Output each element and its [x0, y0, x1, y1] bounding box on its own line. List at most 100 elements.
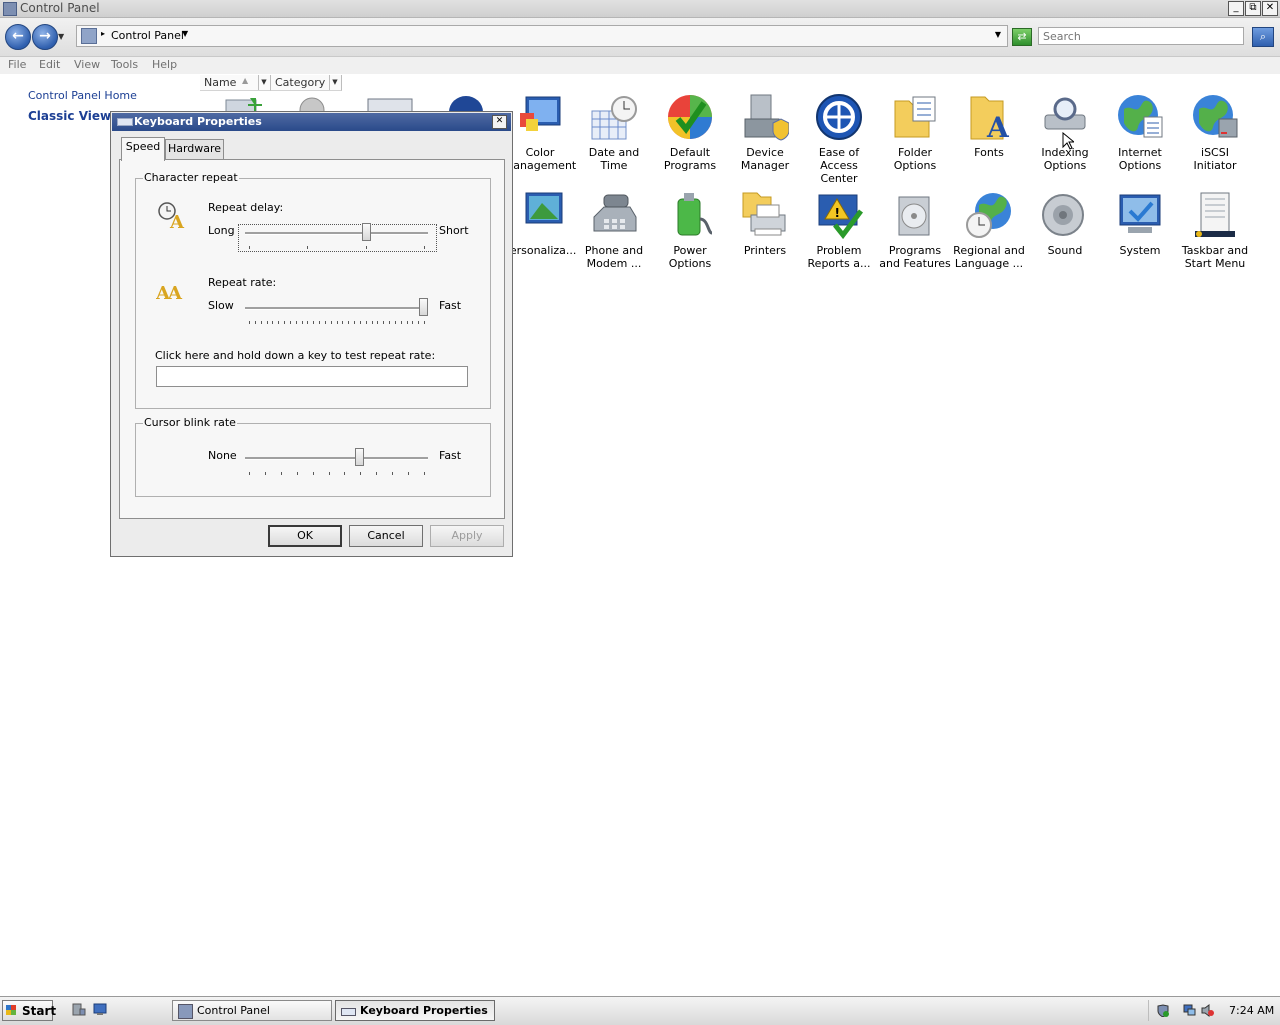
- windows-logo-icon: [6, 1005, 16, 1015]
- tab-hardware[interactable]: Hardware: [165, 139, 224, 160]
- address-history-chevron-down-icon[interactable]: ▼: [995, 30, 1001, 39]
- add-hardware-icon[interactable]: [224, 96, 264, 112]
- repeat-rate-slow-label: Slow: [208, 299, 234, 312]
- cp-item-regional-and-language[interactable]: Regional and Language ...: [952, 191, 1026, 270]
- cursor-blink-slider-thumb[interactable]: [354, 448, 364, 466]
- slider-tick: [354, 321, 355, 324]
- back-button[interactable]: ←: [5, 24, 31, 50]
- column-filter-chevron-down-icon[interactable]: ▼: [329, 75, 340, 90]
- test-repeat-input[interactable]: [156, 366, 468, 387]
- folder-options-icon: [894, 96, 936, 138]
- dialog-title-bar[interactable]: Keyboard Properties ✕: [112, 113, 511, 131]
- cp-item-personalization[interactable]: Personaliza...: [503, 191, 577, 257]
- search-input[interactable]: [1038, 27, 1244, 45]
- column-filter-chevron-down-icon[interactable]: ▼: [258, 75, 269, 90]
- column-header-name[interactable]: Name ▲ ▼: [200, 75, 271, 91]
- server-manager-icon[interactable]: [72, 1003, 86, 1016]
- menu-tools[interactable]: Tools: [111, 58, 138, 71]
- recent-pages-chevron-down-icon[interactable]: ▼: [58, 32, 64, 41]
- notification-area: 7:24 AM: [1148, 1000, 1279, 1021]
- column-header-category[interactable]: Category ▼: [271, 75, 342, 91]
- cp-item-printers[interactable]: Printers: [728, 191, 802, 257]
- cursor-blink-group: Cursor blink rate None Fast: [135, 416, 491, 497]
- slider-tick: [360, 472, 362, 475]
- taskbar-clock[interactable]: 7:24 AM: [1229, 1004, 1274, 1017]
- start-button[interactable]: Start: [2, 1000, 56, 1021]
- cp-item-problem-reports[interactable]: ! Problem Reports a...: [802, 191, 876, 270]
- slider-tick: [336, 321, 338, 324]
- repeat-delay-short-label: Short: [439, 224, 469, 237]
- breadcrumb-chevron-down-icon[interactable]: ▼: [182, 29, 188, 38]
- search-icon[interactable]: ⌕: [1252, 27, 1274, 47]
- slider-tick: [424, 321, 425, 324]
- cp-item-device-manager[interactable]: Device Manager: [728, 93, 802, 172]
- slider-tick: [312, 472, 314, 475]
- cp-item-system[interactable]: System: [1103, 191, 1177, 257]
- dialog-close-button[interactable]: ✕: [492, 115, 507, 129]
- breadcrumb[interactable]: ▸ Control Panel ▼ ▼: [76, 25, 1008, 47]
- breadcrumb-item-control-panel[interactable]: Control Panel: [111, 29, 184, 42]
- cp-item-ease-of-access[interactable]: Ease of Access Center: [802, 93, 876, 185]
- svg-text:!: !: [835, 206, 840, 220]
- repeat-delay-slider-track[interactable]: [245, 232, 428, 235]
- repeat-rate-slider-track[interactable]: [245, 307, 428, 310]
- cp-item-sound[interactable]: Sound: [1028, 191, 1102, 257]
- forward-button[interactable]: →: [32, 24, 58, 50]
- repeat-rate-ticks: [249, 321, 425, 325]
- administrative-tools-icon[interactable]: [294, 96, 330, 112]
- menu-edit[interactable]: Edit: [39, 58, 60, 71]
- cp-item-default-programs[interactable]: Default Programs: [653, 93, 727, 172]
- breadcrumb-chevron-icon[interactable]: ▸: [101, 29, 105, 38]
- apply-button[interactable]: Apply: [430, 525, 504, 547]
- slider-tick: [330, 321, 332, 324]
- slider-tick: [307, 321, 309, 324]
- taskbar-item-keyboard-properties[interactable]: Keyboard Properties: [335, 1000, 495, 1021]
- cp-item-color-management[interactable]: Color Management: [503, 93, 577, 172]
- cancel-button[interactable]: Cancel: [349, 525, 423, 547]
- autoplay-icon[interactable]: [366, 97, 414, 112]
- show-desktop-icon[interactable]: [93, 1003, 107, 1016]
- refresh-button[interactable]: ⇄: [1012, 28, 1032, 46]
- cp-item-iscsi-initiator[interactable]: iSCSI Initiator: [1178, 93, 1252, 172]
- cp-item-power-options[interactable]: Power Options: [653, 191, 727, 270]
- repeat-delay-slider-thumb[interactable]: [361, 223, 371, 241]
- taskbar-item-control-panel[interactable]: Control Panel: [172, 1000, 332, 1021]
- slider-tick: [400, 321, 402, 324]
- bluetooth-devices-icon[interactable]: [446, 94, 486, 112]
- tab-speed[interactable]: Speed: [121, 137, 165, 161]
- classic-view-label[interactable]: Classic View: [28, 109, 111, 123]
- network-icon[interactable]: [1183, 1004, 1196, 1017]
- slider-tick: [376, 472, 378, 475]
- control-panel-home-link[interactable]: Control Panel Home: [28, 89, 137, 102]
- cursor-blink-slider-track[interactable]: [245, 457, 428, 460]
- menu-file[interactable]: File: [8, 58, 26, 71]
- repeat-rate-slider-thumb[interactable]: [419, 298, 428, 316]
- cp-item-label: Regional and Language ...: [953, 244, 1025, 270]
- cp-item-date-and-time[interactable]: Date and Time: [577, 93, 651, 172]
- cp-item-fonts[interactable]: A Fonts: [952, 93, 1026, 159]
- close-button[interactable]: ✕: [1262, 1, 1278, 16]
- ok-button[interactable]: OK: [268, 525, 342, 547]
- character-repeat-group: Character repeat A Repeat delay: Long Sh…: [135, 171, 491, 409]
- cp-item-phone-and-modem[interactable]: Phone and Modem ...: [577, 191, 651, 270]
- system-icon: [1119, 194, 1161, 233]
- volume-muted-icon[interactable]: [1201, 1004, 1214, 1017]
- repeat-rate-icon: A A: [156, 283, 183, 303]
- cp-item-programs-and-features[interactable]: Programs and Features: [878, 191, 952, 270]
- minimize-button[interactable]: _: [1228, 1, 1244, 16]
- slider-tick: [295, 321, 297, 324]
- cp-item-internet-options[interactable]: Internet Options: [1103, 93, 1177, 172]
- slider-tick: [359, 321, 361, 324]
- cp-item-folder-options[interactable]: Folder Options: [878, 93, 952, 172]
- security-shield-icon[interactable]: [1157, 1004, 1170, 1017]
- menu-view[interactable]: View: [74, 58, 100, 71]
- address-toolbar: ← → ▼ ▸ Control Panel ▼ ▼ ⇄ ⌕: [0, 18, 1280, 57]
- restore-button[interactable]: ⧉: [1245, 1, 1261, 16]
- slider-tick: [280, 472, 282, 475]
- cp-item-taskbar-and-start-menu[interactable]: Taskbar and Start Menu: [1178, 191, 1252, 270]
- slider-tick: [412, 321, 414, 324]
- cp-item-label: iSCSI Initiator: [1193, 146, 1237, 172]
- slider-tick: [394, 321, 396, 324]
- cp-item-label: System: [1119, 244, 1161, 257]
- menu-help[interactable]: Help: [152, 58, 177, 71]
